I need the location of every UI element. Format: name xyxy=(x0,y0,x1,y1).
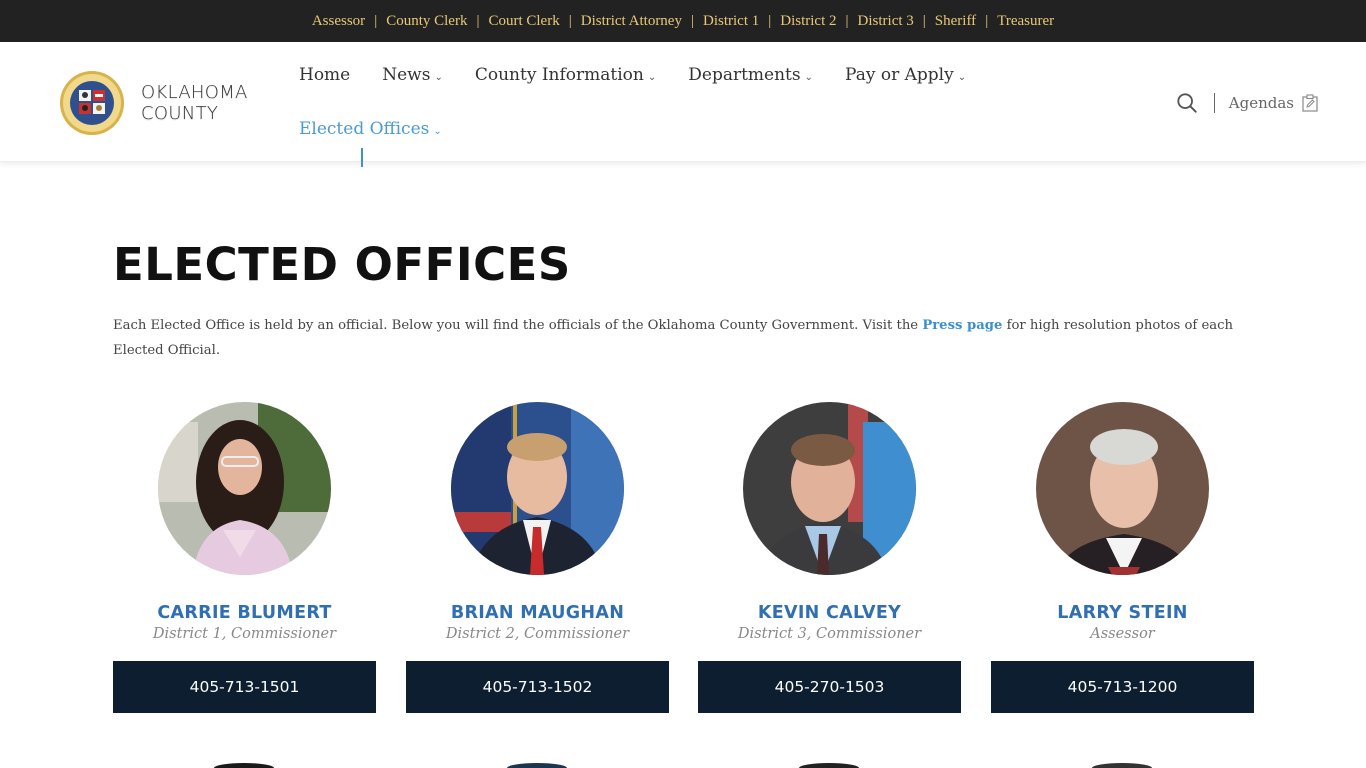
logo-wordmark: OKLAHOMA COUNTY xyxy=(141,82,248,124)
portrait-image xyxy=(743,402,916,575)
search-icon[interactable] xyxy=(1176,92,1198,114)
official-card: CARRIE BLUMERT District 1, Commissioner … xyxy=(113,402,376,713)
chevron-down-icon: ⌄ xyxy=(647,71,657,83)
topbar-link-assessor[interactable]: Assessor xyxy=(312,13,365,30)
official-card: BRIAN MAUGHAN District 2, Commissioner 4… xyxy=(406,402,669,713)
nav-label: Home xyxy=(299,65,351,85)
topbar-link-district-attorney[interactable]: District Attorney xyxy=(581,13,682,30)
separator: | xyxy=(690,12,694,29)
official-photo[interactable] xyxy=(507,763,567,768)
office-links: Assessor | County Clerk | Court Clerk | … xyxy=(312,13,1054,30)
nav-item-departments[interactable]: Departments ⌄ xyxy=(688,65,813,85)
intro-text: Each Elected Office is held by an offici… xyxy=(113,318,923,333)
nav-label: County Information xyxy=(474,65,644,85)
official-card: KEVIN CALVEY District 3, Commissioner 40… xyxy=(698,402,961,713)
official-title: District 3, Commissioner xyxy=(737,626,922,642)
phone-button[interactable]: 405-270-1503 xyxy=(698,661,961,713)
official-title: District 2, Commissioner xyxy=(445,626,630,642)
nav-item-county-information[interactable]: County Information ⌄ xyxy=(475,65,656,85)
nav-item-home[interactable]: Home xyxy=(299,65,350,85)
chevron-down-icon: ⌄ xyxy=(433,125,442,137)
official-card: LARRY STEIN Assessor 405-713-1200 xyxy=(991,402,1254,713)
logo-line-1: OKLAHOMA xyxy=(141,82,248,103)
nav-row-2: Elected Offices ⌄ xyxy=(299,102,999,156)
topbar-link-district-1[interactable]: District 1 xyxy=(703,13,759,30)
header-tools: Agendas xyxy=(1176,92,1318,114)
nav-label: News xyxy=(382,65,431,85)
page-title: ELECTED OFFICES xyxy=(113,238,571,291)
topbar-link-district-2[interactable]: District 2 xyxy=(780,13,836,30)
separator: | xyxy=(985,12,989,29)
separator: | xyxy=(374,12,378,29)
official-name[interactable]: LARRY STEIN xyxy=(991,603,1254,623)
county-seal-icon xyxy=(60,71,124,135)
press-page-link[interactable]: Press page xyxy=(922,318,1002,333)
intro-paragraph: Each Elected Office is held by an offici… xyxy=(113,313,1263,363)
official-name[interactable]: BRIAN MAUGHAN xyxy=(406,603,669,623)
nav-label: Elected Offices xyxy=(299,119,430,139)
site-logo[interactable]: OKLAHOMA COUNTY xyxy=(59,70,248,136)
nav-row-1: Home News ⌄ County Information ⌄ Departm… xyxy=(299,48,999,102)
top-utility-bar: Assessor | County Clerk | Court Clerk | … xyxy=(0,0,1366,42)
chevron-down-icon: ⌄ xyxy=(957,71,967,83)
official-photo[interactable] xyxy=(451,402,624,575)
official-title: Assessor xyxy=(1090,626,1155,642)
clipboard-edit-icon xyxy=(1302,94,1318,112)
separator: | xyxy=(922,12,926,29)
site-header: OKLAHOMA COUNTY Home News ⌄ County Infor… xyxy=(0,42,1366,167)
phone-button[interactable]: 405-713-1501 xyxy=(113,661,376,713)
separator: | xyxy=(768,12,772,29)
portrait-image xyxy=(451,402,624,575)
portrait-image xyxy=(1036,402,1209,575)
official-photo[interactable] xyxy=(799,763,859,768)
next-officials-row xyxy=(0,763,1366,768)
separator: | xyxy=(476,12,480,29)
agendas-link[interactable]: Agendas xyxy=(1229,94,1318,112)
official-photo[interactable] xyxy=(1092,763,1152,768)
official-name[interactable]: KEVIN CALVEY xyxy=(698,603,961,623)
official-photo[interactable] xyxy=(743,402,916,575)
phone-button[interactable]: 405-713-1502 xyxy=(406,661,669,713)
topbar-link-sheriff[interactable]: Sheriff xyxy=(935,13,976,30)
official-title: District 1, Commissioner xyxy=(152,626,337,642)
nav-item-pay-or-apply[interactable]: Pay or Apply ⌄ xyxy=(845,65,966,85)
phone-button[interactable]: 405-713-1200 xyxy=(991,661,1254,713)
agendas-label: Agendas xyxy=(1228,94,1294,112)
nav-item-news[interactable]: News ⌄ xyxy=(382,65,443,85)
active-nav-indicator xyxy=(361,148,363,167)
chevron-down-icon: ⌄ xyxy=(804,71,814,83)
portrait-image xyxy=(158,402,331,575)
topbar-link-district-3[interactable]: District 3 xyxy=(858,13,914,30)
separator: | xyxy=(568,12,572,29)
official-photo[interactable] xyxy=(1036,402,1209,575)
official-photo[interactable] xyxy=(214,763,274,768)
nav-label: Pay or Apply xyxy=(845,65,954,85)
divider xyxy=(1213,93,1215,113)
topbar-link-county-clerk[interactable]: County Clerk xyxy=(386,13,467,30)
nav-label: Departments xyxy=(688,65,801,85)
main-nav: Home News ⌄ County Information ⌄ Departm… xyxy=(299,42,999,156)
official-name[interactable]: CARRIE BLUMERT xyxy=(113,603,376,623)
chevron-down-icon: ⌄ xyxy=(434,71,443,83)
logo-line-2: COUNTY xyxy=(141,103,219,124)
separator: | xyxy=(845,12,849,29)
topbar-link-court-clerk[interactable]: Court Clerk xyxy=(488,13,559,30)
official-photo[interactable] xyxy=(158,402,331,575)
nav-item-elected-offices[interactable]: Elected Offices ⌄ xyxy=(299,119,442,139)
topbar-link-treasurer[interactable]: Treasurer xyxy=(997,13,1054,30)
